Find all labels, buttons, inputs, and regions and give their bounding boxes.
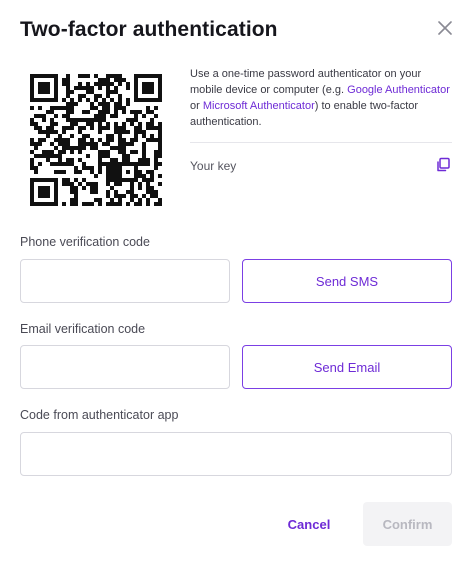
send-email-button[interactable]: Send Email [242,345,452,389]
close-icon [438,21,452,35]
phone-code-label: Phone verification code [20,235,150,249]
qr-code-icon [30,74,162,206]
your-key-label: Your key [190,159,237,173]
microsoft-authenticator-link[interactable]: Microsoft Authenticator [203,100,315,112]
cancel-button[interactable]: Cancel [280,504,338,544]
email-code-label: Email verification code [20,322,146,336]
phone-code-input[interactable] [20,259,230,303]
email-code-input[interactable] [20,345,230,389]
authenticator-code-input[interactable] [20,432,452,476]
close-button[interactable] [434,17,456,39]
dialog-title: Two-factor authentication [20,18,278,41]
authenticator-code-label: Code from authenticator app [20,408,179,422]
google-authenticator-link[interactable]: Google Authenticator [347,84,450,96]
confirm-button[interactable]: Confirm [363,502,452,546]
description-text: or [190,100,203,112]
setup-description: Use a one-time password authenticator on… [190,66,455,130]
divider [190,142,452,143]
copy-key-button[interactable] [435,157,451,173]
two-factor-dialog: Two-factor authentication Use a one-time… [0,0,475,565]
send-sms-button[interactable]: Send SMS [242,259,452,303]
copy-icon [437,157,450,172]
